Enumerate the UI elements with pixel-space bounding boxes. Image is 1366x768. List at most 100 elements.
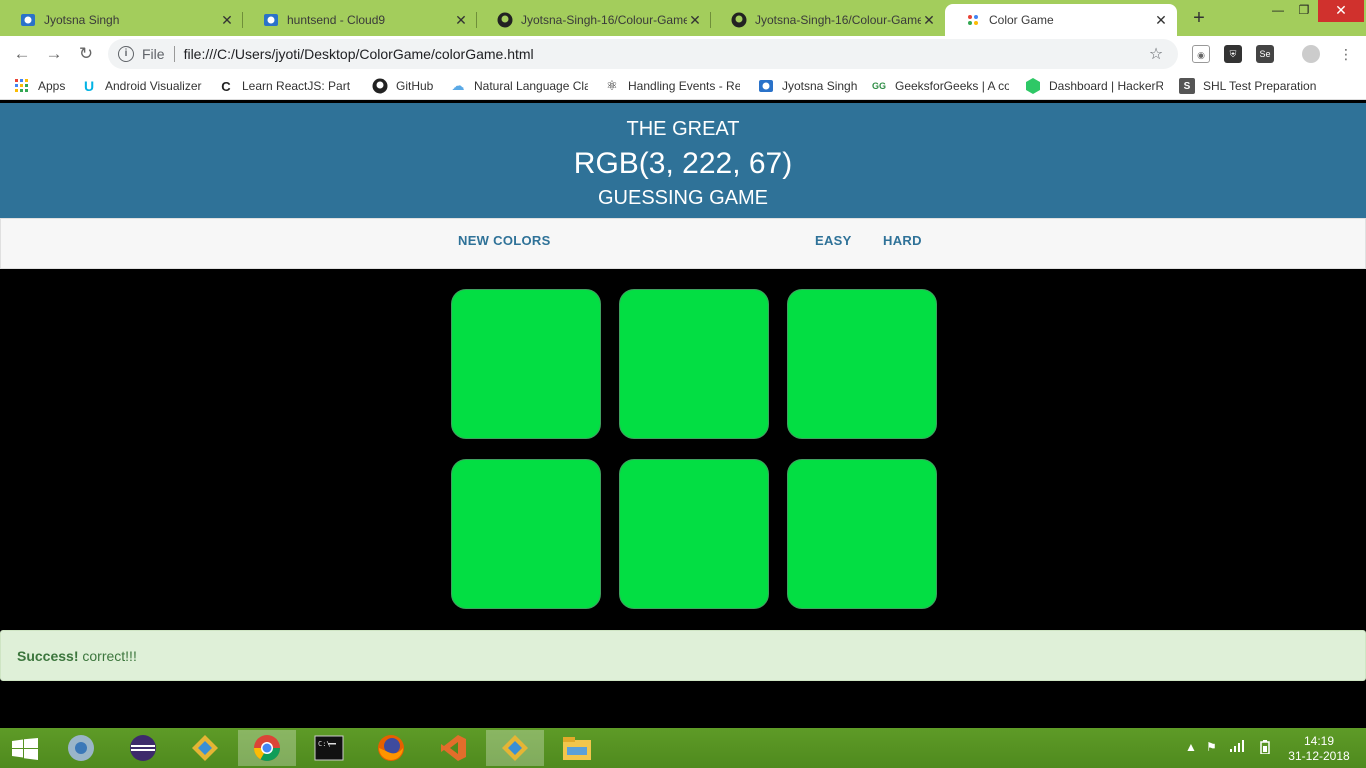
github-icon bbox=[497, 12, 513, 28]
cloud9-icon bbox=[758, 78, 774, 94]
bookmark-handling-events[interactable]: ⚛ Handling Events - Re bbox=[604, 77, 740, 95]
windows-start-icon[interactable] bbox=[12, 738, 38, 760]
close-icon[interactable]: ✕ bbox=[453, 12, 469, 28]
command-prompt-taskbar-icon[interactable]: C:\ bbox=[300, 730, 358, 766]
alert-strong: Success! bbox=[17, 648, 79, 664]
shield-extension-icon[interactable]: ⛨ bbox=[1224, 45, 1242, 63]
menu-kebab-icon[interactable]: ⋮ bbox=[1336, 44, 1356, 64]
clock-time: 14:19 bbox=[1303, 734, 1335, 748]
easy-mode-button[interactable]: EASY bbox=[815, 233, 852, 248]
tab-title: Jyotsna Singh bbox=[44, 13, 120, 27]
color-square[interactable] bbox=[619, 289, 769, 439]
tab-title: huntsend - Cloud9 bbox=[287, 13, 386, 27]
selenium-extension-icon[interactable]: Se bbox=[1256, 45, 1274, 63]
hard-mode-button[interactable]: HARD bbox=[883, 233, 922, 248]
back-icon[interactable]: ← bbox=[12, 44, 32, 64]
game-header: THE GREAT RGB(3, 222, 67) GUESSING GAME bbox=[0, 103, 1366, 218]
reload-icon[interactable]: ↻ bbox=[76, 44, 96, 64]
restore-icon[interactable]: ❐ bbox=[1290, 0, 1318, 22]
udacity-icon: U bbox=[83, 78, 95, 94]
color-square[interactable] bbox=[787, 459, 937, 609]
address-bar[interactable]: i File file:///C:/Users/jyoti/Desktop/Co… bbox=[108, 39, 1178, 69]
new-tab-button[interactable]: + bbox=[1187, 7, 1211, 31]
bookmark-natural-language[interactable]: ☁ Natural Language Cla bbox=[450, 77, 589, 95]
cloud9-icon bbox=[263, 12, 279, 28]
alert-message: correct!!! bbox=[78, 648, 137, 664]
git-gui-2-taskbar-icon[interactable] bbox=[486, 730, 544, 766]
bookmark-github[interactable]: GitHub bbox=[372, 77, 438, 95]
browser-toolbar: ← → ↻ i File file:///C:/Users/jyoti/Desk… bbox=[0, 36, 1366, 72]
react-icon: ⚛ bbox=[606, 78, 618, 93]
tab-github-colour-game-2[interactable]: Jyotsna-Singh-16/Colour-Game ✕ bbox=[711, 4, 945, 36]
bookmark-label: Natural Language Cla bbox=[474, 79, 588, 93]
bookmark-geeksforgeeks[interactable]: GG GeeksforGeeks | A co bbox=[871, 77, 1009, 95]
cloud9-icon bbox=[20, 12, 36, 28]
close-icon[interactable]: ✕ bbox=[687, 12, 703, 28]
minimize-icon[interactable]: — bbox=[1264, 0, 1292, 22]
bookmark-label: GeeksforGeeks | A co bbox=[895, 79, 1009, 93]
chrome-taskbar-icon[interactable] bbox=[238, 730, 296, 766]
visual-studio-taskbar-icon[interactable] bbox=[424, 730, 482, 766]
color-game-page: THE GREAT RGB(3, 222, 67) GUESSING GAME … bbox=[0, 101, 1366, 728]
close-icon[interactable]: ✕ bbox=[1153, 12, 1169, 28]
file-explorer-taskbar-icon[interactable] bbox=[548, 730, 606, 766]
bookmark-learn-reactjs[interactable]: C Learn ReactJS: Part I | bbox=[218, 77, 354, 95]
bookmark-hackerrank[interactable]: Dashboard | HackerR bbox=[1025, 77, 1163, 95]
tab-title: Jyotsna-Singh-16/Colour-Game bbox=[755, 13, 921, 27]
clock-date: 31-12-2018 bbox=[1288, 749, 1350, 763]
tab-github-colour-game[interactable]: Jyotsna-Singh-16/Colour-Game ✕ bbox=[477, 4, 711, 36]
color-square[interactable] bbox=[787, 289, 937, 439]
url-scheme: File bbox=[142, 46, 165, 62]
color-square[interactable] bbox=[619, 459, 769, 609]
git-gui-taskbar-icon[interactable] bbox=[176, 730, 234, 766]
bookmark-label: Jyotsna Singh bbox=[782, 79, 858, 93]
bookmark-star-icon[interactable]: ☆ bbox=[1144, 44, 1168, 64]
bookmark-shl-test[interactable]: S SHL Test Preparation bbox=[1179, 77, 1319, 95]
action-center-flag-icon[interactable]: ⚑ bbox=[1206, 740, 1217, 754]
battery-icon[interactable] bbox=[1260, 740, 1270, 757]
windows-taskbar: C:\ ▲ ⚑ 14:19 31-12-2018 bbox=[0, 728, 1366, 768]
chrome-old-taskbar-icon[interactable] bbox=[52, 730, 110, 766]
profile-avatar-icon[interactable] bbox=[1302, 45, 1320, 63]
window-close-button[interactable]: ✕ bbox=[1318, 0, 1364, 22]
camera-extension-icon[interactable]: ◉ bbox=[1192, 45, 1210, 63]
omnibox-divider bbox=[173, 46, 175, 62]
tab-huntsend-cloud9[interactable]: huntsend - Cloud9 ✕ bbox=[243, 4, 477, 36]
taskbar-clock[interactable]: 14:19 31-12-2018 bbox=[1286, 734, 1352, 764]
tab-jyotsna-singh[interactable]: Jyotsna Singh ✕ bbox=[0, 4, 243, 36]
forward-icon[interactable]: → bbox=[44, 44, 64, 64]
bookmark-label: Android Visualizer bbox=[105, 79, 202, 93]
color-square[interactable] bbox=[451, 289, 601, 439]
course-icon: C bbox=[221, 78, 231, 94]
title-the-great: THE GREAT bbox=[626, 118, 740, 140]
control-stripe: NEW COLORS EASY HARD bbox=[0, 218, 1366, 269]
url-text[interactable]: file:///C:/Users/jyoti/Desktop/ColorGame… bbox=[184, 46, 1144, 62]
new-colors-button[interactable]: NEW COLORS bbox=[458, 233, 551, 248]
firefox-taskbar-icon[interactable] bbox=[362, 730, 420, 766]
bookmark-jyotsna-singh[interactable]: Jyotsna Singh bbox=[758, 77, 858, 95]
tab-color-game[interactable]: Color Game ✕ bbox=[945, 4, 1177, 36]
bookmark-label: Learn ReactJS: Part I | bbox=[242, 79, 354, 93]
success-alert: Success! correct!!! bbox=[0, 630, 1366, 681]
color-square[interactable] bbox=[451, 459, 601, 609]
info-icon[interactable]: i bbox=[118, 46, 134, 62]
tab-title: Jyotsna-Singh-16/Colour-Game bbox=[521, 13, 687, 27]
close-icon[interactable]: ✕ bbox=[921, 12, 937, 28]
show-hidden-icons-icon[interactable]: ▲ bbox=[1185, 740, 1197, 754]
bookmark-android-visualizer[interactable]: U Android Visualizer bbox=[81, 77, 209, 95]
eclipse-taskbar-icon[interactable] bbox=[114, 730, 172, 766]
tab-strip: Jyotsna Singh ✕ huntsend - Cloud9 ✕ Jyot… bbox=[0, 0, 1366, 36]
bookmark-label: GitHub bbox=[396, 79, 434, 93]
close-icon[interactable]: ✕ bbox=[219, 12, 235, 28]
github-icon bbox=[372, 78, 388, 94]
network-signal-icon[interactable] bbox=[1230, 740, 1246, 755]
shl-icon: S bbox=[1179, 78, 1195, 94]
rgb-display: RGB(3, 222, 67) bbox=[573, 147, 793, 180]
apps-grid-icon bbox=[14, 78, 30, 94]
title-guessing-game: GUESSING GAME bbox=[597, 187, 769, 209]
github-icon bbox=[731, 12, 747, 28]
bookmark-apps[interactable]: Apps bbox=[14, 77, 74, 95]
colorgame-icon bbox=[965, 12, 981, 28]
geeksforgeeks-icon: GG bbox=[871, 81, 886, 91]
tab-title: Color Game bbox=[989, 13, 1054, 27]
